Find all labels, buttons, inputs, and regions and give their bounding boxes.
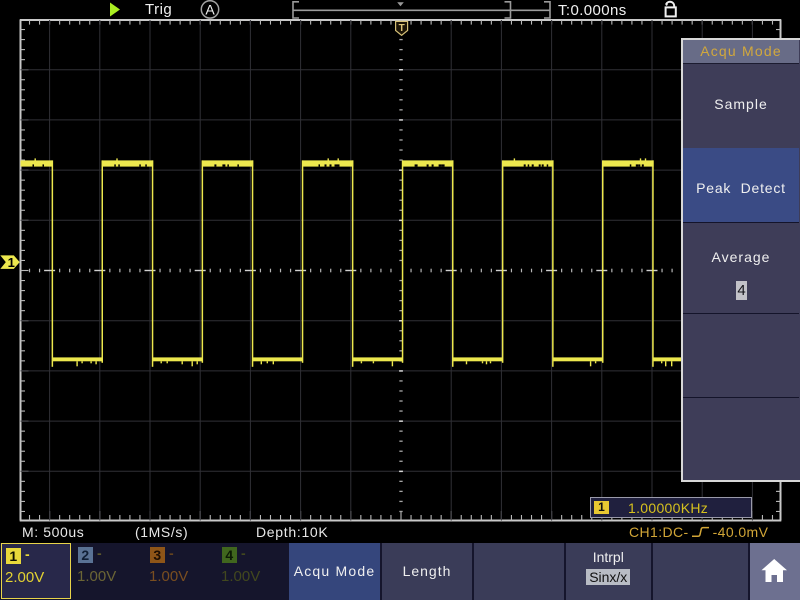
svg-text:A: A — [205, 2, 215, 18]
svg-text:T: T — [399, 23, 405, 34]
svg-text:1: 1 — [8, 255, 15, 270]
